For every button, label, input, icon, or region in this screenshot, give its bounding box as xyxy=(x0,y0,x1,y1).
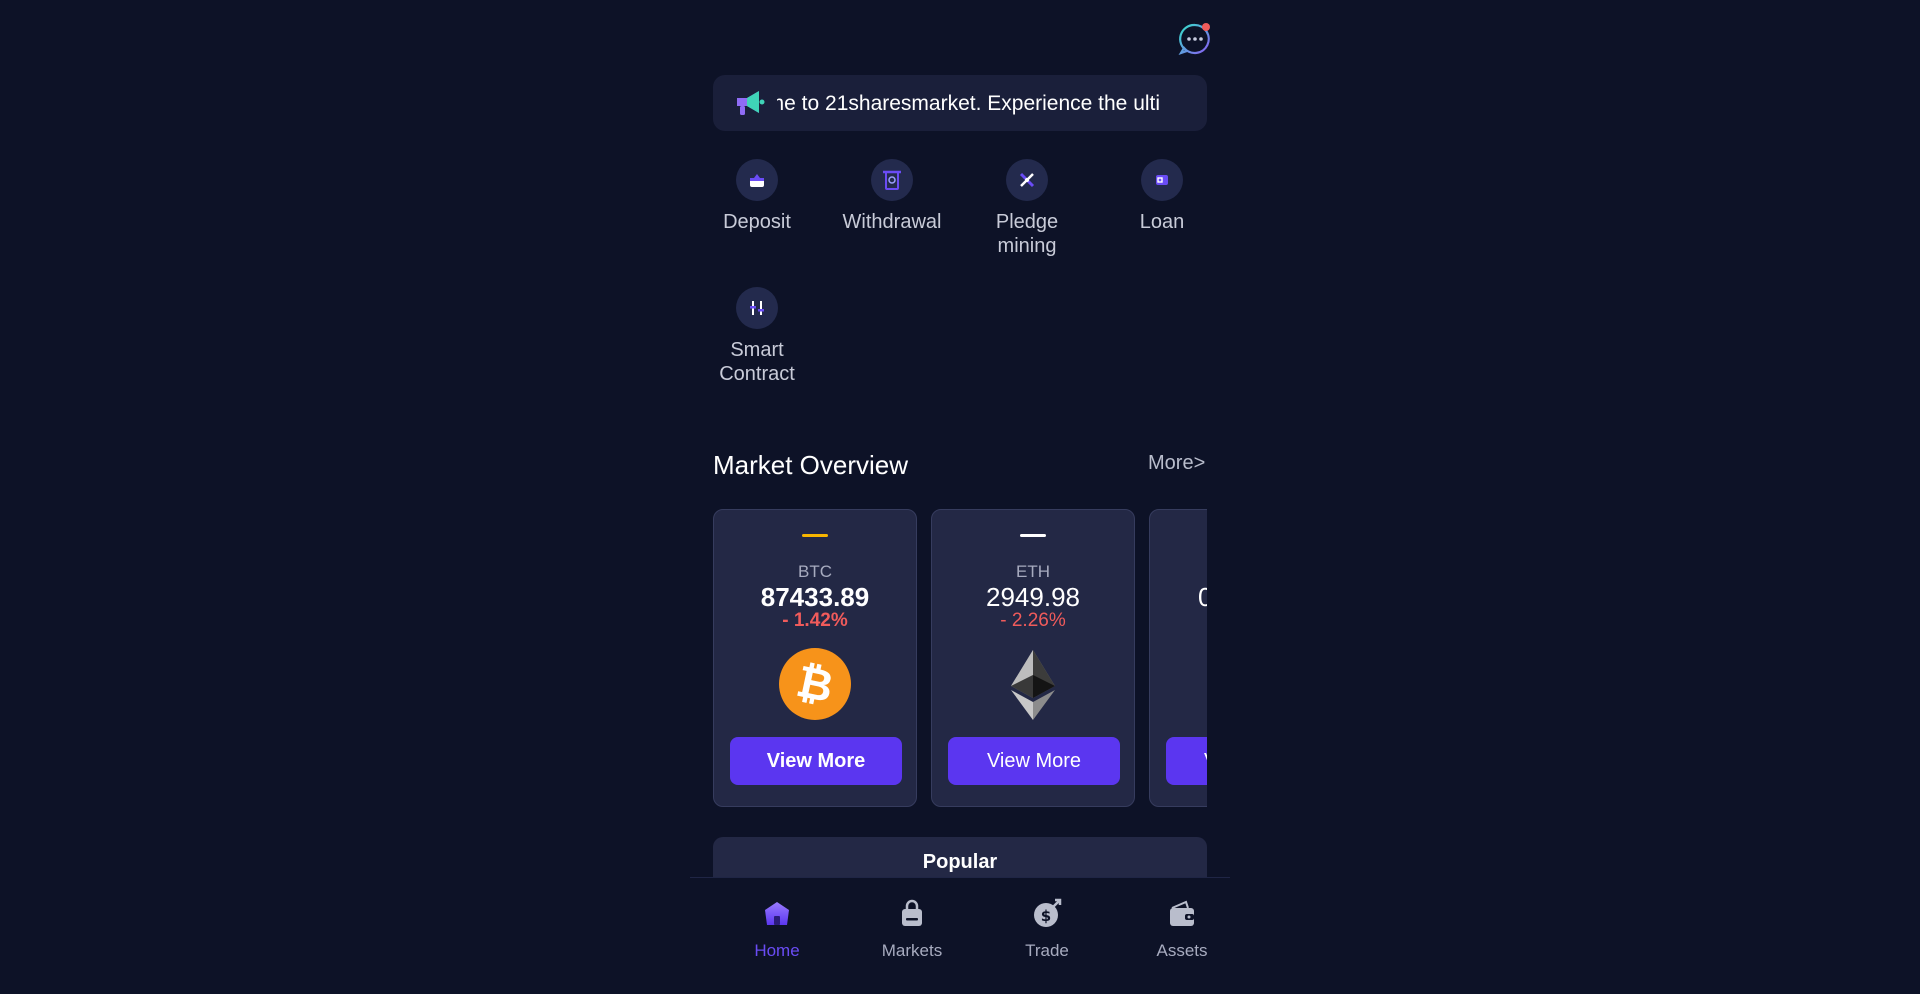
announcement-bar[interactable]: ome to 21sharesmarket. Experience the ul… xyxy=(713,75,1207,131)
tab-label: Trade xyxy=(1025,941,1069,960)
action-label: Pledge mining xyxy=(995,211,1059,257)
action-label: Loan xyxy=(1139,211,1185,233)
megaphone-icon xyxy=(737,91,765,115)
more-link[interactable]: More> xyxy=(1148,452,1205,475)
market-cards[interactable]: BTC 87433.89 - 1.42% ₿ View More ETH 294… xyxy=(713,509,1207,809)
trade-icon: $ xyxy=(1034,898,1062,927)
card-symbol: BTC xyxy=(798,562,832,581)
tab-label: Home xyxy=(754,941,800,960)
bitcoin-icon: ₿ xyxy=(779,648,851,720)
home-icon xyxy=(765,902,789,925)
view-more-button[interactable]: View More xyxy=(948,737,1120,785)
card-symbol: ETH xyxy=(1016,562,1050,581)
card-price: 2949.98 xyxy=(986,582,1080,612)
action-label: Withdrawal xyxy=(842,211,942,233)
chat-bubble-icon xyxy=(1178,23,1210,55)
pledge-mining-icon xyxy=(1006,159,1048,201)
tab-markets[interactable]: Markets xyxy=(852,898,972,961)
tab-home[interactable]: Home xyxy=(717,898,837,961)
action-label: Deposit xyxy=(723,211,791,233)
market-overview-title: Market Overview xyxy=(713,450,909,480)
action-withdrawal[interactable]: Withdrawal xyxy=(832,159,952,234)
tab-label: Markets xyxy=(881,941,943,960)
card-price: 87433.89 xyxy=(760,582,870,612)
bottom-tab-bar: Home Markets $ Trade Assets xyxy=(690,877,1230,994)
view-more-button[interactable]: V xyxy=(1166,737,1207,785)
withdrawal-icon xyxy=(871,159,913,201)
smart-contract-icon xyxy=(736,287,778,329)
ethereum-icon xyxy=(1011,650,1055,720)
card-accent-dash xyxy=(802,534,828,537)
card-change: - 2.26% xyxy=(1000,610,1066,631)
tab-assets[interactable]: Assets xyxy=(1122,898,1242,961)
action-deposit[interactable]: Deposit xyxy=(697,159,817,234)
action-label: Smart Contract xyxy=(719,339,795,385)
popular-tab[interactable]: Popular xyxy=(713,837,1207,877)
markets-icon xyxy=(902,899,922,926)
market-card-partial[interactable]: 0 V xyxy=(1149,509,1207,807)
market-card-eth[interactable]: ETH 2949.98 - 2.26% View More xyxy=(931,509,1135,807)
svg-text:$: $ xyxy=(1041,907,1051,925)
deposit-icon xyxy=(736,159,778,201)
announcement-marquee: ome to 21sharesmarket. Experience the ul… xyxy=(777,75,1167,131)
market-card-btc[interactable]: BTC 87433.89 - 1.42% ₿ View More xyxy=(713,509,917,807)
tab-label: Assets xyxy=(1156,941,1208,960)
action-pledge-mining[interactable]: Pledge mining xyxy=(967,159,1087,258)
action-smart-contract[interactable]: Smart Contract xyxy=(697,287,817,386)
card-change: - 1.42% xyxy=(782,610,848,631)
card-price: 0 xyxy=(1198,582,1207,612)
announcement-text: ome to 21sharesmarket. Experience the ul… xyxy=(777,92,1161,115)
view-more-button[interactable]: View More xyxy=(730,737,902,785)
assets-icon xyxy=(1170,900,1194,926)
chat-button[interactable] xyxy=(1178,22,1212,56)
action-loan[interactable]: Loan xyxy=(1102,159,1222,234)
loan-icon xyxy=(1141,159,1183,201)
card-accent-dash xyxy=(1020,534,1046,537)
tab-trade[interactable]: $ Trade xyxy=(987,898,1107,961)
